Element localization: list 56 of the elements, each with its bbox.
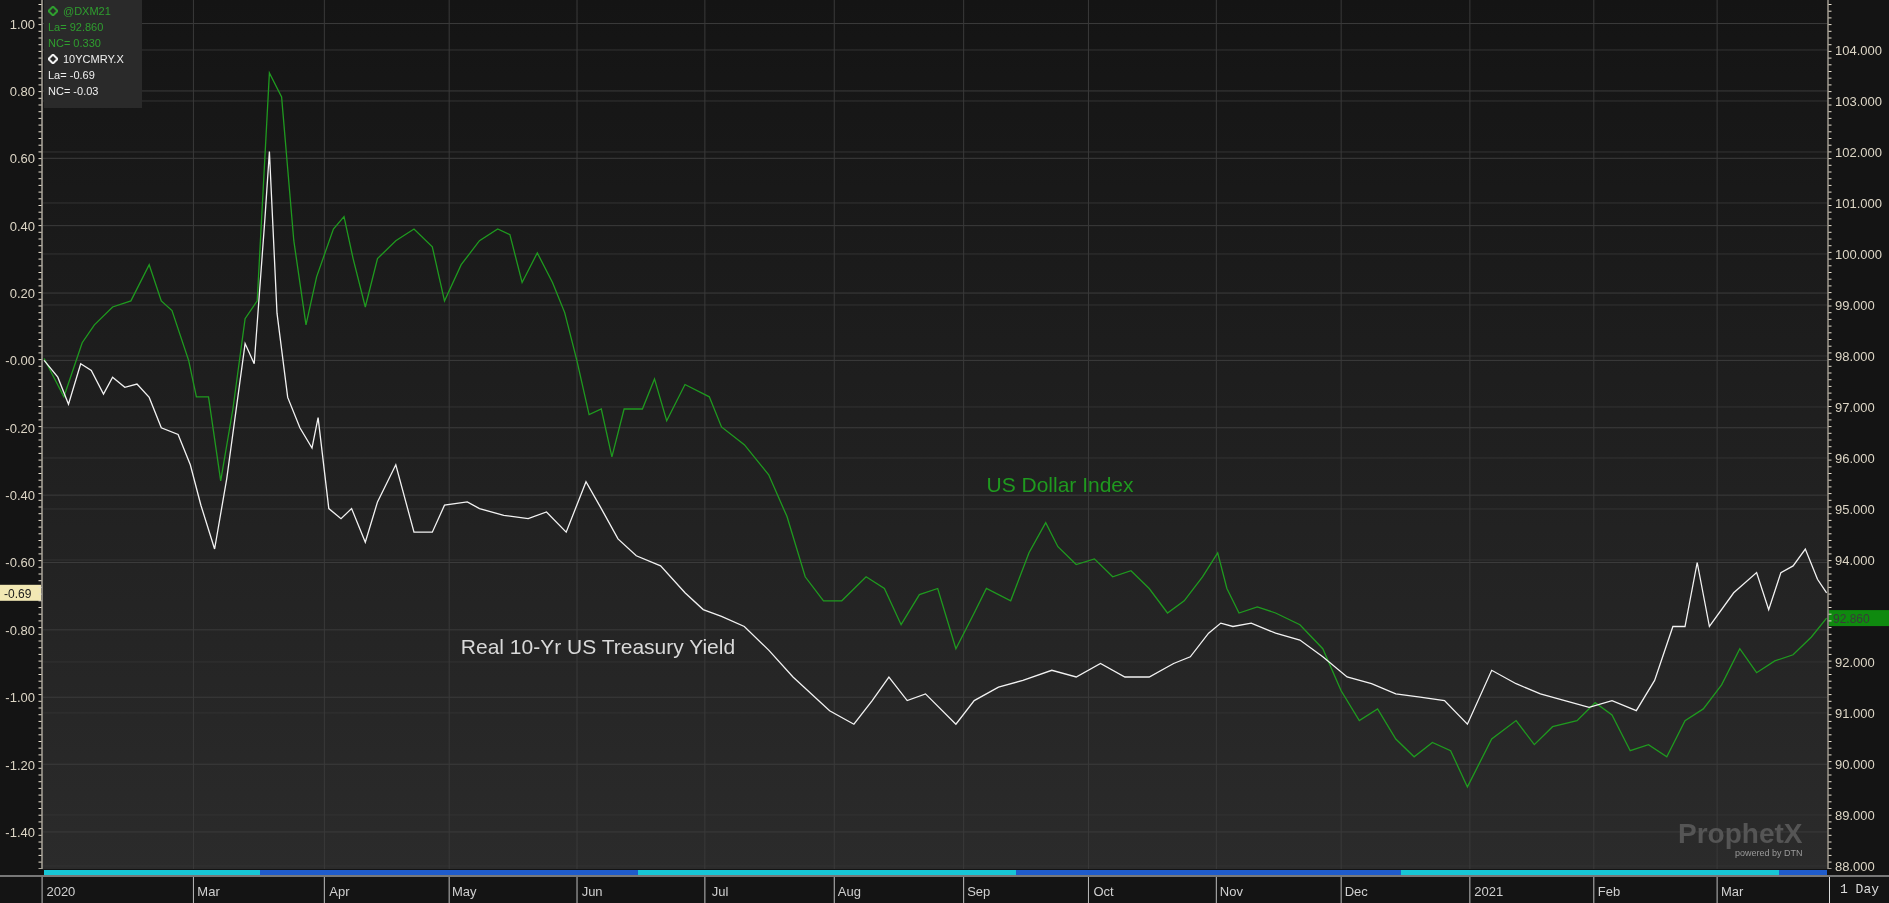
axis-label: -1.40: [5, 824, 35, 840]
axis-label: -0.40: [5, 488, 35, 504]
axis-label: -0.00: [5, 353, 35, 369]
axis-label: Jun: [581, 884, 603, 899]
axis-label: -1.20: [5, 757, 35, 773]
axis-label: Mar: [197, 884, 220, 899]
axis-label: 89.000: [1835, 807, 1875, 823]
axis-label: Dec: [1344, 884, 1368, 899]
axis-label: Mar: [1721, 884, 1744, 899]
legend-value: La= -0.69: [48, 68, 96, 83]
axis-label: 98.000: [1835, 348, 1875, 364]
legend-symbol: @DXM21: [63, 4, 111, 19]
axis-label: 1.00: [9, 16, 35, 32]
axis-label: -0.20: [5, 420, 35, 436]
axis-label: 2020: [46, 884, 76, 899]
axis-label: 2021: [1474, 884, 1504, 899]
axis-label: 0.60: [9, 151, 35, 167]
chart-annotation: US Dollar Index: [986, 473, 1134, 496]
price-marker: 92.860: [1829, 610, 1889, 627]
axis-label: -1.00: [5, 690, 35, 706]
axis-label: 95.000: [1835, 501, 1875, 517]
axis-label: 101.000: [1835, 195, 1882, 211]
axis-label: 88.000: [1835, 858, 1875, 874]
legend-value: La= 92.860: [48, 20, 105, 35]
chart-annotation: Real 10-Yr US Treasury Yield: [460, 635, 736, 658]
axis-label: 99.000: [1835, 297, 1875, 313]
axis-label: Sep: [967, 884, 991, 899]
axis-label: 104.000: [1835, 43, 1882, 58]
price-marker: -0.69: [0, 584, 41, 601]
axis-label: Nov: [1219, 884, 1243, 899]
axis-label: 94.000: [1835, 552, 1875, 568]
axis-label: 90.000: [1835, 756, 1875, 772]
axis-label: Aug: [837, 884, 861, 899]
axis-label: -0.60: [5, 555, 35, 571]
axis-label: 0.80: [9, 83, 35, 99]
axis-label: 102.000: [1835, 144, 1882, 160]
legend-symbol: 10YCMRY.X: [63, 52, 124, 67]
axis-label: 0.20: [9, 286, 35, 302]
axis-label: 92.000: [1835, 654, 1875, 670]
logo-tagline: powered by DTN: [1734, 848, 1803, 858]
axis-label: 97.000: [1835, 399, 1875, 415]
axis-label: 0.40: [9, 218, 35, 234]
axis-label: Feb: [1597, 884, 1621, 899]
axis-label: -0.80: [5, 622, 35, 638]
diamond-icon: [48, 6, 58, 16]
axis-label: 100.000: [1835, 246, 1882, 262]
axis-label: 96.000: [1835, 450, 1875, 466]
axis-label: 91.000: [1835, 705, 1875, 721]
axis-label: Oct: [1093, 884, 1114, 899]
diamond-icon: [48, 54, 58, 64]
axis-label: Jul: [711, 884, 729, 899]
legend-value: NC= 0.330: [48, 36, 102, 51]
axis-label: May: [452, 884, 477, 899]
axis-label: 103.000: [1835, 94, 1882, 109]
axis-label: Apr: [329, 884, 350, 899]
legend-value: NC= -0.03: [48, 84, 100, 99]
